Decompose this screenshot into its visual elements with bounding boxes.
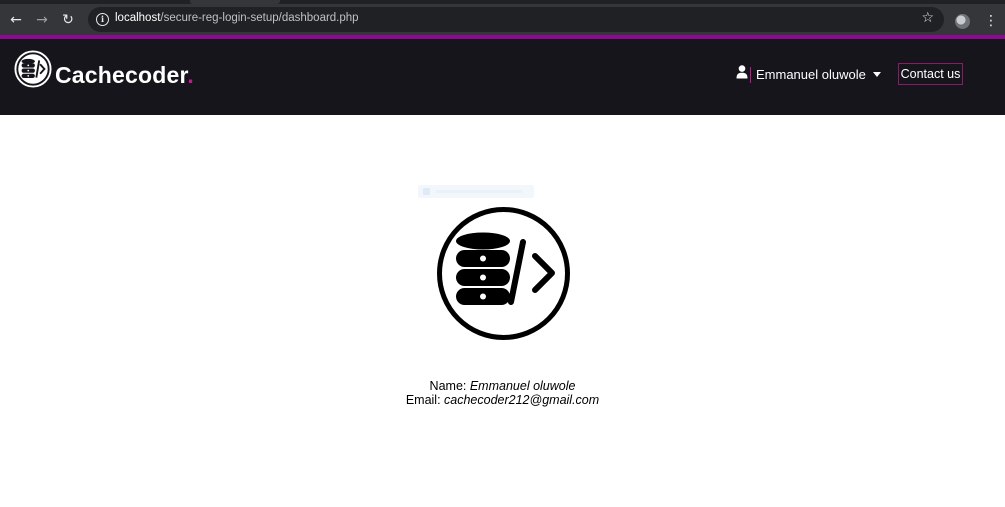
user-name: Emmanuel oluwole [756,66,866,82]
user-dropdown-toggle[interactable]: Emmanuel oluwole [736,65,881,83]
brand-dot: . [187,62,194,88]
name-label: Name: [429,379,470,393]
name-value: Emmanuel oluwole [469,379,576,393]
more-options-icon[interactable]: ⋮ [984,12,998,30]
profile-name-line: Name: Emmanuel oluwole [0,379,1005,393]
brand-name[interactable]: Cachecoder. [55,62,194,89]
bookmark-star-icon[interactable]: ☆ [921,10,934,26]
profile-info: Name: Emmanuel oluwole Email: cachecoder… [0,379,1005,407]
brand-text: Cachecoder [55,62,188,88]
faded-tooltip [418,185,534,198]
forward-arrow-icon[interactable]: → [33,11,51,29]
email-label: Email: [405,393,445,407]
url-path: /secure-reg-login-setup/dashboard.php [160,12,359,24]
site-header: Cachecoder. Emmanuel oluwole Contact us [0,39,1005,115]
reload-icon[interactable]: ↻ [59,11,77,29]
url-host: localhost [115,12,161,24]
email-value: cachecoder212@gmail.com [444,393,600,407]
brand-logo-icon[interactable] [14,50,52,88]
address-bar[interactable]: i localhost/secure-reg-login-setup/dashb… [88,7,944,32]
profile-email-line: Email: cachecoder212@gmail.com [0,393,1005,407]
url-text[interactable]: localhost/secure-reg-login-setup/dashboa… [115,12,359,24]
chevron-down-icon [872,71,881,77]
contact-us-button[interactable]: Contact us [898,63,963,85]
browser-toolbar: ← → ↻ i localhost/secure-reg-login-setup… [0,4,1005,35]
cachecoder-logo-icon [437,207,570,340]
user-icon [736,65,748,79]
site-info-icon[interactable]: i [96,13,109,26]
back-arrow-icon[interactable]: ← [7,11,25,29]
profile-avatar-icon[interactable] [955,14,970,29]
